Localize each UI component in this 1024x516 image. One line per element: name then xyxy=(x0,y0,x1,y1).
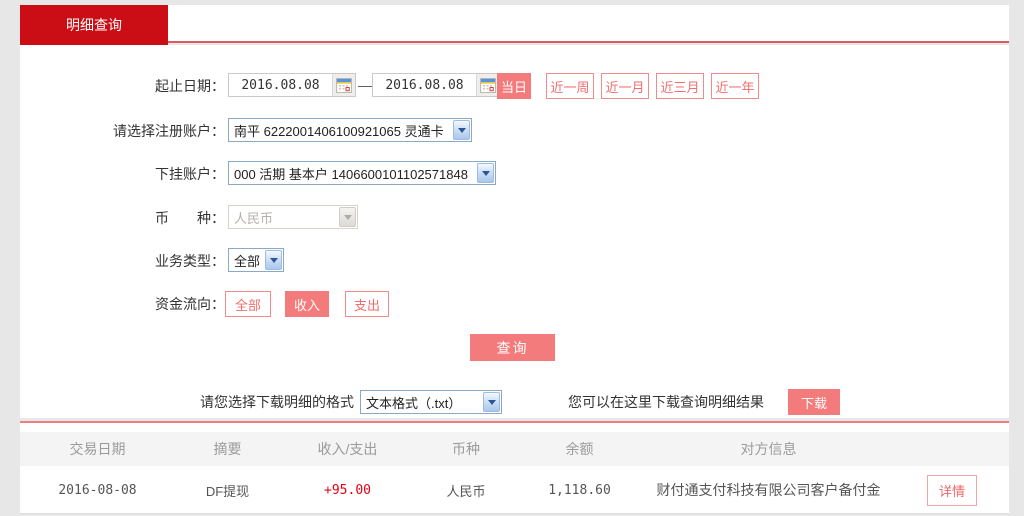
chevron-down-icon xyxy=(339,207,356,227)
registered-account-select[interactable]: 南平 6222001406100921065 灵通卡 xyxy=(228,118,472,142)
transaction-amount: +95.00 xyxy=(280,483,415,498)
registered-account-label: 请选择注册账户： xyxy=(20,119,225,143)
query-form-panel: 起止日期： 2016.08.08 — 2016.08.08 xyxy=(20,45,1009,418)
chevron-down-icon xyxy=(477,163,494,183)
column-header-summary: 摘要 xyxy=(175,439,280,459)
column-header-date: 交易日期 xyxy=(20,439,175,459)
date-range-label: 起止日期： xyxy=(20,74,225,98)
chevron-down-icon xyxy=(483,392,500,412)
tab-bar xyxy=(20,5,1009,43)
transaction-counterparty: 财付通支付科技有限公司客户备付金 xyxy=(642,480,895,500)
chevron-down-icon xyxy=(265,250,282,270)
linked-account-select[interactable]: 000 活期 基本户 1406600101102571848 xyxy=(228,161,496,185)
column-header-currency: 币种 xyxy=(415,439,517,459)
detail-query-page: 明细查询 起止日期： 2016.08.08 — 2016.08 xyxy=(0,0,1024,516)
download-button[interactable]: 下载 xyxy=(788,389,840,415)
calendar-icon[interactable] xyxy=(476,74,499,96)
table-row: 2016-08-08 DF提现 +95.00 人民币 1,118.60 财付通支… xyxy=(20,467,1009,514)
quick-range-last-month-button[interactable]: 近一月 xyxy=(601,73,649,99)
transaction-summary: DF提现 xyxy=(175,481,280,500)
business-type-label: 业务类型： xyxy=(20,249,225,273)
linked-account-label: 下挂账户： xyxy=(20,162,225,186)
tab-detail-query[interactable]: 明细查询 xyxy=(20,5,168,45)
currency-label: 币 种： xyxy=(20,206,225,230)
linked-account-value: 000 活期 基本户 1406600101102571848 xyxy=(234,164,468,183)
transaction-balance: 1,118.60 xyxy=(517,483,642,498)
fund-flow-all-button[interactable]: 全部 xyxy=(225,291,271,317)
registered-account-value: 南平 6222001406100921065 灵通卡 xyxy=(234,121,444,140)
end-date-value: 2016.08.08 xyxy=(373,78,476,93)
download-format-select[interactable]: 文本格式（.txt） xyxy=(360,390,502,414)
currency-value: 人民币 xyxy=(234,208,273,227)
quick-range-last-year-button[interactable]: 近一年 xyxy=(711,73,759,99)
quick-range-3-months-button[interactable]: 近三月 xyxy=(656,73,704,99)
business-type-value: 全部 xyxy=(234,251,260,270)
quick-range-today-button[interactable]: 当日 xyxy=(497,73,531,99)
start-date-input[interactable]: 2016.08.08 xyxy=(228,73,356,97)
date-separator: — xyxy=(358,73,372,97)
query-button[interactable]: 查询 xyxy=(470,334,555,361)
end-date-input[interactable]: 2016.08.08 xyxy=(372,73,500,97)
calendar-icon[interactable] xyxy=(332,74,355,96)
business-type-select[interactable]: 全部 xyxy=(228,248,284,272)
column-header-amount: 收入/支出 xyxy=(280,439,415,459)
fund-flow-expense-button[interactable]: 支出 xyxy=(345,291,389,317)
currency-select: 人民币 xyxy=(228,205,358,229)
start-date-value: 2016.08.08 xyxy=(229,78,332,93)
column-header-counterparty: 对方信息 xyxy=(642,439,895,459)
download-hint: 您可以在这里下载查询明细结果 xyxy=(568,390,764,414)
quick-range-last-week-button[interactable]: 近一周 xyxy=(546,73,594,99)
transaction-currency: 人民币 xyxy=(415,481,517,500)
chevron-down-icon xyxy=(453,120,470,140)
fund-flow-label: 资金流向： xyxy=(20,292,225,316)
download-format-value: 文本格式（.txt） xyxy=(366,393,461,412)
download-format-label: 请您选择下载明细的格式 xyxy=(200,390,354,414)
detail-button[interactable]: 详情 xyxy=(927,475,977,506)
transaction-date: 2016-08-08 xyxy=(20,483,175,498)
table-header-row: 交易日期 摘要 收入/支出 币种 余额 对方信息 xyxy=(20,432,1009,466)
column-header-balance: 余额 xyxy=(517,439,642,459)
fund-flow-income-button[interactable]: 收入 xyxy=(285,291,329,317)
